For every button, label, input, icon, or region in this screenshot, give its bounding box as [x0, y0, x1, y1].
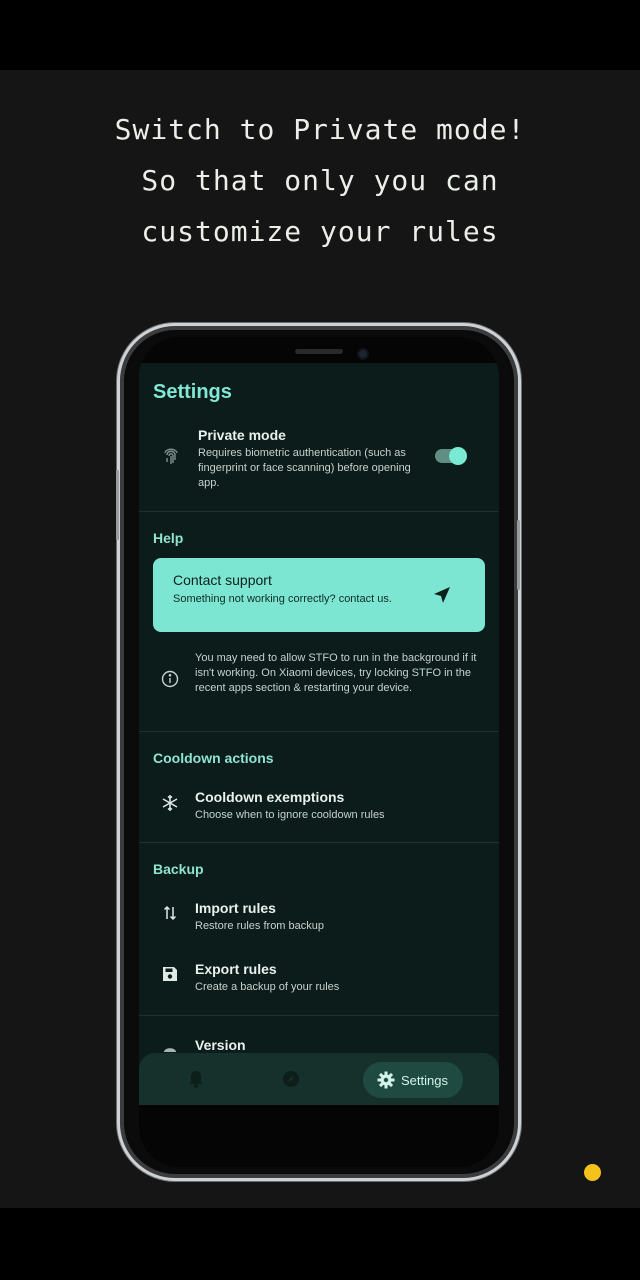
bell-icon[interactable]	[186, 1069, 206, 1089]
import-rules-description: Restore rules from backup	[195, 920, 324, 932]
front-camera	[359, 350, 367, 358]
contact-support-button[interactable]: Contact support Something not working co…	[153, 558, 485, 632]
private-mode-description: Requires biometric authentication (such …	[198, 447, 411, 489]
promo-line-2: So that only you can	[141, 164, 499, 197]
fingerprint-icon	[161, 445, 181, 467]
compass-icon[interactable]	[281, 1069, 301, 1089]
toggle-knob	[449, 447, 467, 465]
section-header-cooldown: Cooldown actions	[153, 750, 274, 766]
contact-support-description: Something not working correctly? contact…	[173, 593, 392, 605]
background-info-text: You may need to allow STFO to run in the…	[195, 652, 477, 694]
settings-screen: Settings Private mode Requires biometric…	[139, 363, 499, 1105]
android-icon	[162, 1043, 178, 1053]
contact-support-title: Contact support	[173, 572, 272, 588]
swap-vertical-icon	[162, 904, 178, 922]
touch-indicator	[584, 1164, 601, 1181]
info-icon	[161, 670, 179, 688]
phone-power-button	[517, 520, 520, 590]
section-header-help: Help	[153, 530, 184, 546]
divider	[139, 511, 499, 512]
snowflake-icon	[161, 794, 179, 812]
divider	[139, 1015, 499, 1016]
nav-item-settings[interactable]: Settings	[363, 1062, 463, 1098]
cooldown-exemptions-description: Choose when to ignore cooldown rules	[195, 809, 385, 821]
promo-caption: Switch to Private mode! So that only you…	[0, 104, 640, 257]
phone-screen: Settings Private mode Requires biometric…	[139, 337, 499, 1167]
export-rules-title: Export rules	[195, 961, 277, 977]
bottom-navigation: Settings	[139, 1053, 499, 1105]
page-title: Settings	[153, 381, 232, 403]
divider	[139, 842, 499, 843]
promo-line-3: customize your rules	[141, 215, 499, 248]
earpiece	[295, 349, 343, 354]
import-rules-title: Import rules	[195, 900, 276, 916]
export-rules-description: Create a backup of your rules	[195, 981, 340, 993]
cooldown-exemptions-title: Cooldown exemptions	[195, 789, 345, 805]
phone-side-button	[116, 470, 119, 540]
promo-line-1: Switch to Private mode!	[114, 113, 526, 146]
version-title: Version	[195, 1037, 246, 1053]
divider	[139, 731, 499, 732]
nav-label-settings: Settings	[401, 1073, 448, 1088]
send-icon	[431, 584, 453, 606]
gear-icon	[377, 1071, 395, 1089]
section-header-backup: Backup	[153, 861, 204, 877]
save-icon	[161, 965, 179, 983]
private-mode-toggle[interactable]	[435, 447, 467, 465]
private-mode-title: Private mode	[198, 427, 286, 443]
